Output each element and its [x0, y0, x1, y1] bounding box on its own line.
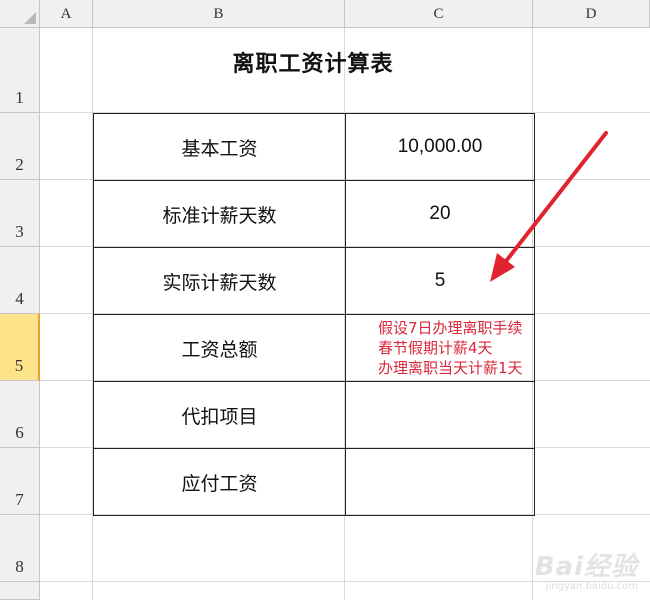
baidu-watermark: Bai经验 jingyan.baidu.com — [535, 546, 638, 592]
watermark-url: jingyan.baidu.com — [545, 581, 638, 592]
red-arrow-icon — [490, 131, 608, 282]
watermark-logo: Bai经验 — [534, 552, 638, 582]
